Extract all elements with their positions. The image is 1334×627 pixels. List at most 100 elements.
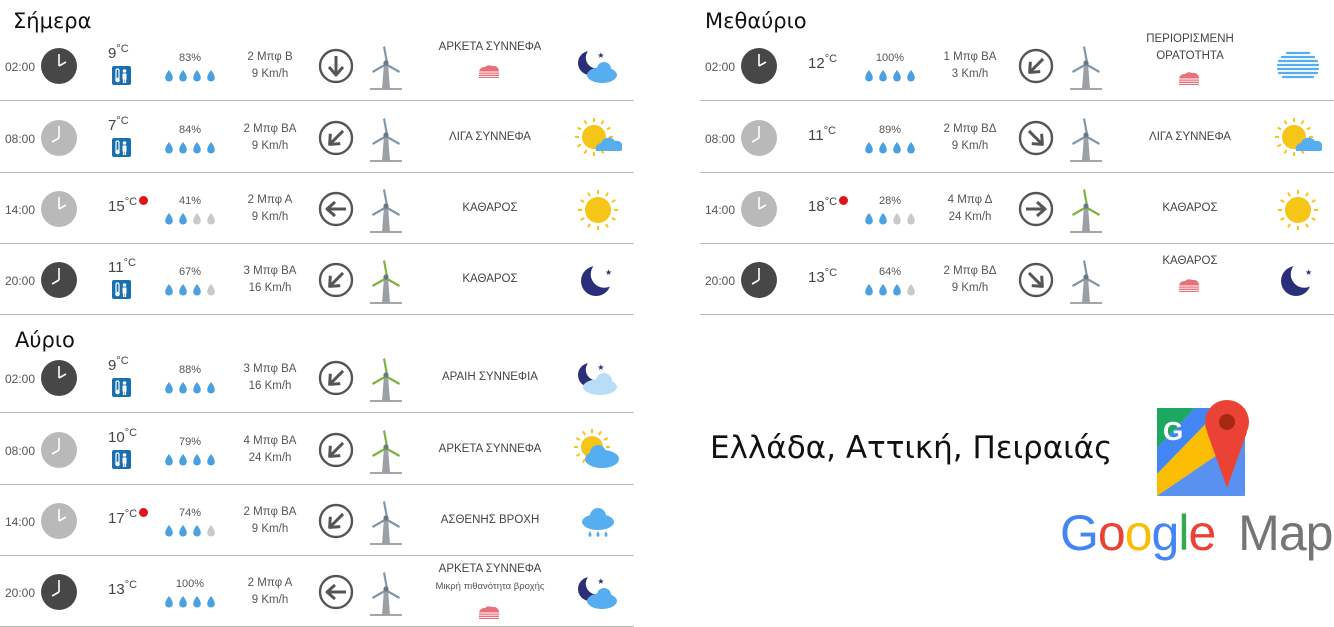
condition-label: ΚΑΘΑΡΟΣ [462, 273, 518, 285]
wind-info: 3 Μπφ ΒΑ 16 Km/h [225, 361, 315, 395]
wind-speed: 24 Km/h [948, 211, 992, 223]
temperature: 13°C [108, 579, 137, 598]
temperature-value: 17 [108, 510, 125, 527]
condition-label: ΑΡΑΙΗ ΣΥΝΝΕΦΙΑ [442, 371, 538, 383]
temperature-value: 13 [108, 581, 125, 598]
wind-chill-icon [112, 138, 131, 157]
clock-icon [741, 120, 777, 156]
temperature-unit: °C [824, 196, 838, 208]
temperature-value: 12 [808, 55, 825, 72]
time-label: 02:00 [5, 60, 36, 74]
temperature: 15°C [108, 196, 149, 215]
wind-info: 2 Μπφ ΒΑ 9 Km/h [225, 121, 315, 155]
wind-force: 2 Μπφ ΒΑ [243, 506, 297, 518]
wind-turbine-icon [366, 117, 406, 163]
time-label: 02:00 [5, 372, 36, 386]
condition-label: ΠΕΡΙΟΡΙΣΜΕΝΗ ΟΡΑΤΟΤΗΤΑ [1146, 33, 1234, 62]
time-label: 20:00 [5, 274, 36, 288]
haze-icon [1176, 278, 1202, 294]
temperature: 9°C [108, 43, 129, 62]
svg-text:G: G [1163, 416, 1183, 446]
condition-text: ΑΡΑΙΗ ΣΥΝΝΕΦΙΑ [410, 369, 570, 386]
clock-icon [741, 191, 777, 227]
hot-indicator-icon [839, 196, 849, 205]
fog-icon [1274, 45, 1322, 89]
temperature: 9°C [108, 355, 129, 374]
wind-direction-arrow-icon [318, 360, 354, 396]
humidity-drops-icon [860, 141, 920, 155]
forecast-row: 08:00 10°C 79% 4 Μπφ ΒΑ 24 Km/h ΑΡΚΕΤΑ ΣΥΝΝΕΦ… [0, 415, 634, 485]
clock-icon [41, 360, 77, 396]
condition-subtext: Μικρή πιθανότητα βροχής [435, 581, 545, 592]
wind-force: 2 Μπφ ΒΔ [943, 265, 997, 277]
wind-force: 2 Μπφ Α [247, 194, 293, 206]
wind-direction-arrow-icon [318, 262, 354, 298]
condition-text: ΚΑΘΑΡΟΣ [410, 200, 570, 217]
section-title: Μεθαύριο [705, 9, 807, 33]
sun-cloud-icon [574, 117, 623, 161]
condition-label: ΛΙΓΑ ΣΥΝΝΕΦΑ [1149, 131, 1231, 143]
temperature-unit: °C [824, 267, 838, 279]
moon-icon: ★ [1274, 259, 1322, 303]
night-light-cloud-icon: ★ [574, 357, 622, 401]
wind-chill-icon [112, 280, 131, 299]
temperature: 11°C [808, 125, 836, 144]
condition-text: ΚΑΘΑΡΟΣ [1110, 200, 1270, 217]
temperature-value: 10 [108, 429, 125, 446]
temperature-value: 15 [108, 198, 125, 215]
row-divider [700, 172, 1334, 173]
wind-chill-icon [112, 378, 131, 397]
wind-speed: 9 Km/h [951, 140, 989, 152]
row-divider [700, 243, 1334, 244]
humidity-value: 88% [178, 364, 202, 376]
wind-info: 1 Μπφ ΒΑ 3 Km/h [925, 49, 1015, 83]
humidity-drops-icon [160, 453, 220, 467]
wind-direction-arrow-icon [1018, 262, 1054, 298]
wind-force: 4 Μπφ ΒΑ [243, 435, 297, 447]
wind-turbine-icon [1066, 117, 1106, 163]
wind-turbine-icon [366, 571, 406, 617]
clock-icon [41, 262, 77, 298]
temperature-unit: °C [123, 257, 136, 269]
wind-speed: 9 Km/h [251, 140, 289, 152]
humidity-drops-icon [160, 141, 220, 155]
wind-turbine-icon [1066, 45, 1106, 91]
row-divider [700, 100, 1334, 101]
haze-icon [476, 64, 502, 80]
temperature: 12°C [808, 53, 837, 72]
wind-direction-arrow-icon [318, 503, 354, 539]
google-maps-wordmark: Google Maps [1060, 504, 1334, 562]
temperature-value: 11 [808, 127, 824, 144]
section-title: Σήμερα [13, 9, 92, 33]
humidity-drops-icon [160, 212, 220, 226]
wind-info: 2 Μπφ Β 9 Km/h [225, 49, 315, 83]
time-label: 02:00 [705, 60, 736, 74]
temperature-unit: °C [124, 196, 138, 208]
wind-direction-arrow-icon [1018, 120, 1054, 156]
time-label: 08:00 [5, 444, 36, 458]
wind-info: 2 Μπφ Α 9 Km/h [225, 575, 315, 609]
humidity-value: 74% [178, 507, 202, 519]
humidity-drops-icon [860, 283, 920, 297]
wind-direction-arrow-icon [1018, 191, 1054, 227]
wind-speed: 9 Km/h [251, 594, 289, 606]
clock-icon [741, 262, 777, 298]
temperature-value: 13 [808, 269, 825, 286]
wind-turbine-icon [366, 429, 406, 475]
wind-force: 1 Μπφ ΒΑ [943, 51, 997, 63]
wind-direction-arrow-icon [318, 48, 354, 84]
hot-indicator-icon [139, 508, 149, 517]
wind-force: 2 Μπφ ΒΔ [943, 123, 997, 135]
svg-text:★: ★ [597, 51, 604, 60]
humidity-drops-icon [160, 69, 220, 83]
forecast-row: 02:00 12°C 100% 1 Μπφ ΒΑ 3 Km/h ΠΕΡΙΟΡΙΣΜΕΝΗ … [700, 31, 1334, 101]
condition-label: ΑΡΚΕΤΑ ΣΥΝΝΕΦΑ [438, 41, 542, 53]
location-label: Ελλάδα, Αττική, Πειραιάς [710, 430, 1113, 466]
wind-speed: 24 Km/h [248, 452, 292, 464]
condition-text: ΛΙΓΑ ΣΥΝΝΕΦΑ [410, 129, 570, 146]
wind-speed: 9 Km/h [251, 523, 289, 535]
row-divider [0, 555, 634, 556]
night-cloud-icon: ★ [574, 45, 622, 89]
humidity-value: 28% [878, 195, 902, 207]
wind-force: 4 Μπφ Δ [947, 194, 993, 206]
